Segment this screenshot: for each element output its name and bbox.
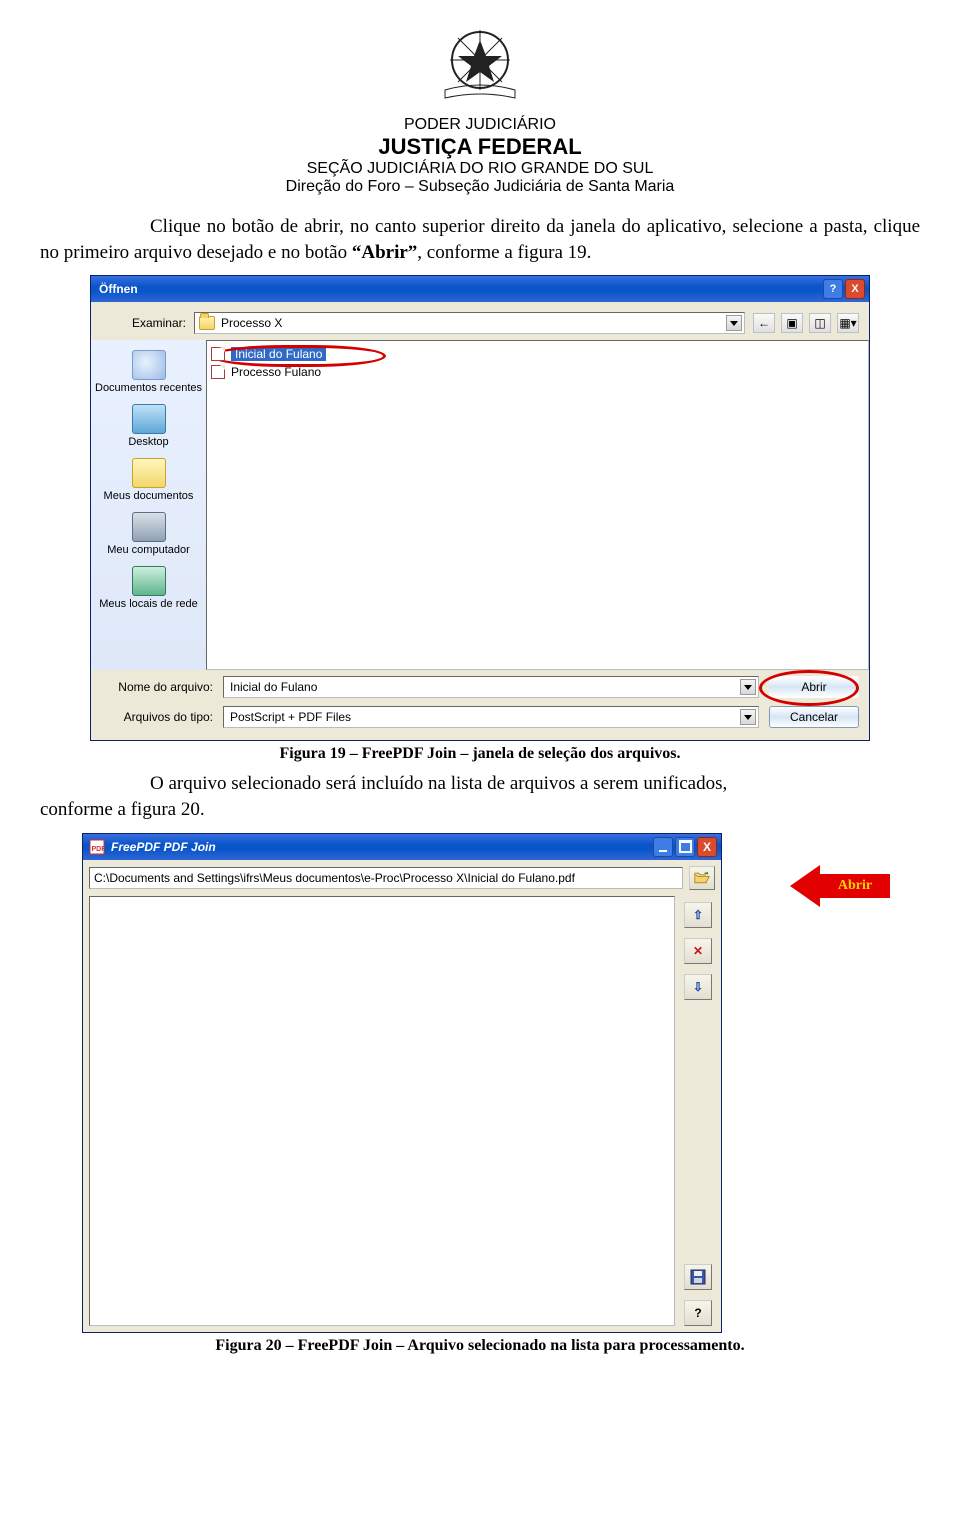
dialog-title: Öffnen xyxy=(99,282,138,296)
lookin-combo[interactable]: Processo X xyxy=(194,312,745,334)
views-icon[interactable]: ▦▾ xyxy=(837,313,859,333)
place-my-documents[interactable]: Meus documentos xyxy=(95,454,202,506)
arrow-left-icon: Abrir xyxy=(790,865,890,907)
join-title-text: FreePDF PDF Join xyxy=(111,840,216,854)
highlight-ellipse-icon xyxy=(211,345,386,367)
place-desktop-label: Desktop xyxy=(128,436,168,448)
save-icon xyxy=(690,1269,706,1285)
dialog-nav-icons: ← ▣ ◫ ▦▾ xyxy=(753,313,859,333)
paragraph-2: O arquivo selecionado será incluído na l… xyxy=(40,771,920,822)
up-folder-icon[interactable]: ▣ xyxy=(781,313,803,333)
freepdf-join-window: PDF FreePDF PDF Join X C:\Documents and … xyxy=(82,833,722,1333)
back-icon[interactable]: ← xyxy=(753,313,775,333)
save-button[interactable] xyxy=(684,1264,712,1290)
place-net-label: Meus locais de rede xyxy=(99,598,197,610)
file-row-0[interactable]: Inicial do Fulano xyxy=(211,345,864,363)
file-list-pane[interactable]: Inicial do Fulano Processo Fulano xyxy=(206,340,869,670)
minimize-button[interactable] xyxy=(653,837,673,857)
cancel-button[interactable]: Cancelar xyxy=(769,706,859,728)
open-button-label: Abrir xyxy=(801,680,826,694)
svg-text:PDF: PDF xyxy=(92,846,106,853)
abrir-callout: Abrir xyxy=(790,865,890,907)
move-up-button[interactable]: ⇧ xyxy=(684,902,712,928)
close-button[interactable]: X xyxy=(845,279,865,299)
place-mydocs-label: Meus documentos xyxy=(104,490,194,502)
filename-value: Inicial do Fulano xyxy=(230,680,317,694)
pdf-file-icon xyxy=(211,347,225,361)
place-my-computer[interactable]: Meu computador xyxy=(95,508,202,560)
place-desktop[interactable]: Desktop xyxy=(95,400,202,452)
move-down-button[interactable]: ⇩ xyxy=(684,974,712,1000)
places-bar: Documentos recentes Desktop Meus documen… xyxy=(91,340,206,670)
dialog-lookin-row: Examinar: Processo X ← ▣ ◫ ▦▾ xyxy=(91,302,869,340)
join-toolbar: C:\Documents and Settings\ifrs\Meus docu… xyxy=(83,860,721,896)
header-line-1: PODER JUDICIÁRIO xyxy=(40,116,920,134)
lookin-label: Examinar: xyxy=(101,316,186,330)
join-side-toolbar: ⇧ ✕ ⇩ ? xyxy=(681,896,721,1332)
dropdown-icon[interactable] xyxy=(726,315,742,331)
p2-line1: O arquivo selecionado será incluído na l… xyxy=(40,771,920,797)
remove-button[interactable]: ✕ xyxy=(684,938,712,964)
help-button[interactable]: ? xyxy=(684,1300,712,1326)
place-mycomp-label: Meu computador xyxy=(107,544,190,556)
join-file-list[interactable] xyxy=(89,896,675,1326)
help-button[interactable]: ? xyxy=(823,279,843,299)
join-titlebar: PDF FreePDF PDF Join X xyxy=(83,834,721,860)
header-line-3: SEÇÃO JUDICIÁRIA DO RIO GRANDE DO SUL xyxy=(40,160,920,178)
new-folder-icon[interactable]: ◫ xyxy=(809,313,831,333)
dialog-titlebar: Öffnen ? X xyxy=(91,276,869,302)
national-arms-icon xyxy=(40,20,920,110)
letterhead: PODER JUDICIÁRIO JUSTIÇA FEDERAL SEÇÃO J… xyxy=(40,20,920,196)
maximize-button[interactable] xyxy=(675,837,695,857)
lookin-value: Processo X xyxy=(221,316,282,330)
open-button[interactable]: Abrir xyxy=(769,676,859,698)
filetype-value: PostScript + PDF Files xyxy=(230,710,351,724)
place-recent-label: Documentos recentes xyxy=(95,382,202,394)
filetype-label: Arquivos do tipo: xyxy=(101,710,213,724)
callout-label: Abrir xyxy=(838,878,872,894)
join-path-value: C:\Documents and Settings\ifrs\Meus docu… xyxy=(94,871,575,885)
paragraph-1: Clique no botão de abrir, no canto super… xyxy=(40,214,920,265)
header-line-2: JUSTIÇA FEDERAL xyxy=(40,134,920,160)
header-line-4: Direção do Foro – Subseção Judiciária de… xyxy=(40,178,920,196)
filename-label: Nome do arquivo: xyxy=(101,680,213,694)
join-path-field[interactable]: C:\Documents and Settings\ifrs\Meus docu… xyxy=(89,867,683,889)
filename-field[interactable]: Inicial do Fulano xyxy=(223,676,759,698)
figure-20: PDF FreePDF PDF Join X C:\Documents and … xyxy=(40,833,920,1355)
place-recent-docs[interactable]: Documentos recentes xyxy=(95,346,202,398)
open-folder-icon xyxy=(694,871,710,885)
figure-19-caption: Figura 19 – FreePDF Join – janela de sel… xyxy=(40,745,920,763)
dropdown-icon[interactable] xyxy=(740,679,756,695)
pdf-app-icon: PDF xyxy=(89,839,105,855)
folder-icon xyxy=(199,316,215,330)
open-file-button[interactable] xyxy=(689,866,715,890)
filetype-field[interactable]: PostScript + PDF Files xyxy=(223,706,759,728)
p2-line2: conforme a figura 20. xyxy=(40,797,920,823)
open-file-dialog: Öffnen ? X Examinar: Processo X ← ▣ ◫ ▦▾ xyxy=(90,275,870,741)
place-network[interactable]: Meus locais de rede xyxy=(95,562,202,614)
p1-bold: “Abrir” xyxy=(352,242,417,263)
file-1-label: Processo Fulano xyxy=(231,365,321,379)
dropdown-icon[interactable] xyxy=(740,709,756,725)
p1-post: , conforme a figura 19. xyxy=(417,242,591,263)
pdf-file-icon xyxy=(211,365,225,379)
figure-20-caption: Figura 20 – FreePDF Join – Arquivo selec… xyxy=(40,1337,920,1355)
figure-19: Öffnen ? X Examinar: Processo X ← ▣ ◫ ▦▾ xyxy=(40,275,920,763)
close-button[interactable]: X xyxy=(697,837,717,857)
